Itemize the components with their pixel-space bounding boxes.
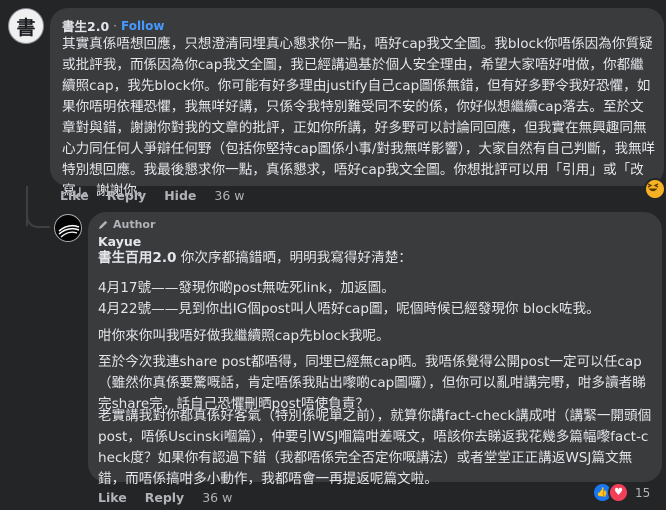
like-button[interactable]: Like: [98, 490, 127, 505]
love-reaction-icon: ♥: [608, 482, 629, 503]
separator-dot: ·: [113, 18, 117, 33]
author-badge-label: Author: [113, 218, 156, 231]
like-button[interactable]: Like: [60, 188, 89, 203]
author-badge: Author: [98, 218, 155, 231]
comment-paragraph: 4月22號——見到你出IG個post叫人唔好cap圖，呢個時候已經發現你 blo…: [98, 301, 600, 317]
comment-author-name[interactable]: Kayue: [98, 234, 141, 249]
comment-paragraph: 書生百用2.0 你次序都搞錯晒，明明我寫得好清楚：: [98, 250, 412, 266]
comment-paragraph: 4月17號——發現你啲post無咗死link，加返圖。: [98, 280, 395, 296]
comment-paragraph: 咁你來你叫我唔好做我繼續照cap先block我呢。: [98, 328, 390, 344]
comment-bubble-2: Author Kayue 書生百用2.0 你次序都搞錯晒，明明我寫得好清楚： 4…: [88, 212, 662, 487]
comment-actions: Like Reply Hide 36 w: [60, 188, 262, 203]
comment-bubble-1: 書生2.0 · Follow 其實真係唔想回應，只想澄清同埋真心懇求你一點，唔好…: [50, 8, 664, 199]
reaction-summary[interactable]: 👍 ♥ 15: [592, 482, 650, 503]
comment-timestamp[interactable]: 36 w: [202, 490, 232, 505]
follow-button[interactable]: Follow: [121, 19, 165, 33]
avatar-kayue[interactable]: [54, 214, 82, 242]
pen-icon: [98, 220, 108, 230]
reaction-summary[interactable]: 5: [644, 178, 666, 200]
reply-button[interactable]: Reply: [145, 490, 184, 505]
comment-text: 其實真係唔想回應，只想澄清同埋真心懇求你一點，唔好cap我文全圖。我block你…: [62, 36, 656, 199]
hide-button[interactable]: Hide: [164, 188, 196, 203]
comment-actions: Like Reply 36 w: [98, 490, 250, 505]
comment-header: 書生2.0 · Follow: [62, 16, 165, 35]
thread-connector: [26, 208, 50, 228]
comment-author-name[interactable]: 書生2.0: [62, 16, 109, 35]
haha-emoji-icon: [644, 178, 666, 200]
mention-link[interactable]: 書生百用2.0: [98, 250, 176, 266]
avatar-shusheng[interactable]: 書: [8, 8, 44, 44]
comment-paragraph: 老實講我對你都真係好客氣（特別係呢單之前），就算你講fact-check講成咁（…: [98, 408, 652, 487]
comment-timestamp[interactable]: 36 w: [214, 188, 244, 203]
reply-button[interactable]: Reply: [107, 188, 146, 203]
reaction-count: 15: [635, 485, 651, 500]
